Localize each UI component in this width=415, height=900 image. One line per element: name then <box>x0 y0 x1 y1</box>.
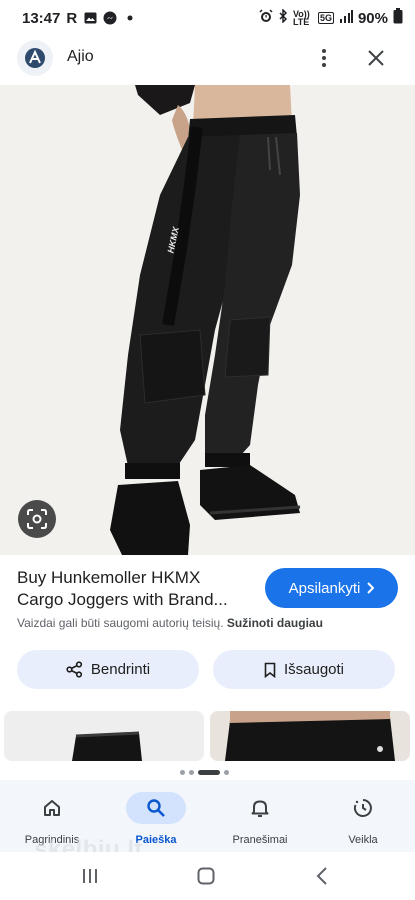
close-icon <box>368 50 384 66</box>
nav-pill <box>230 792 290 824</box>
more-options-button[interactable] <box>312 44 336 72</box>
search-icon <box>147 799 165 817</box>
share-label: Bendrinti <box>90 661 151 678</box>
network-5g-indicator: 5G <box>317 12 334 24</box>
chevron-right-icon <box>367 582 375 594</box>
related-image-1[interactable] <box>4 711 204 761</box>
copyright-text: Vaizdai gali būti saugomi autorių teisių… <box>17 616 224 630</box>
product-photo <box>0 85 415 555</box>
activity-icon <box>353 799 372 817</box>
visit-label: Apsilankyti <box>288 579 361 597</box>
ajio-logo-icon <box>17 40 53 76</box>
nav-item-activity[interactable]: Veikla <box>318 792 408 846</box>
learn-more-link[interactable]: Sužinoti daugiau <box>227 616 323 630</box>
close-button[interactable] <box>362 44 390 72</box>
carrier-indicator: R <box>66 9 78 27</box>
notification-dot-icon <box>123 11 137 25</box>
related-image-2[interactable] <box>210 711 410 761</box>
back-button[interactable] <box>306 864 338 888</box>
carousel-dot <box>189 770 194 775</box>
recent-apps-icon <box>83 869 97 883</box>
status-left: 13:47 R <box>22 10 137 27</box>
app-bar: Ajio <box>0 36 415 80</box>
home-icon <box>44 800 60 816</box>
nav-pill-active <box>126 792 186 824</box>
lens-icon <box>27 509 47 529</box>
product-title[interactable]: Buy Hunkemoller HKMX Cargo Joggers with … <box>17 567 257 611</box>
carousel-indicator <box>180 770 229 775</box>
back-chevron-icon <box>316 867 327 885</box>
home-square-icon <box>197 867 215 885</box>
home-system-button[interactable] <box>190 864 222 888</box>
more-vertical-icon <box>322 49 326 67</box>
status-bar: 13:47 R Vo)) LTE 5G 90% <box>0 0 415 36</box>
bookmark-icon <box>264 662 276 678</box>
related-photo-1 <box>4 711 204 761</box>
product-title-line2: Cargo Joggers with Brand... <box>17 590 228 609</box>
product-image[interactable]: HKMX <box>0 85 415 555</box>
nav-item-notifications[interactable]: Pranešimai <box>215 792 305 846</box>
save-button[interactable]: Išsaugoti <box>213 650 395 689</box>
copyright-notice: Vaizdai gali būti saugomi autorių teisių… <box>17 616 323 630</box>
nav-label-notifications: Pranešimai <box>232 834 288 846</box>
recent-apps-button[interactable] <box>74 864 106 888</box>
share-button[interactable]: Bendrinti <box>17 650 199 689</box>
bluetooth-icon <box>278 8 288 27</box>
carousel-dot-active <box>198 770 220 775</box>
nav-pill <box>333 792 393 824</box>
status-right: Vo)) LTE 5G 90% <box>259 8 403 28</box>
product-title-line1: Buy Hunkemoller HKMX <box>17 568 201 587</box>
status-time: 13:47 <box>22 9 61 27</box>
signal-icon <box>339 9 353 27</box>
share-icon <box>66 661 82 678</box>
app-title: Ajio <box>67 48 94 65</box>
visit-button[interactable]: Apsilankyti <box>265 568 398 608</box>
carousel-dot <box>224 770 229 775</box>
volte-indicator: Vo)) LTE <box>292 9 310 27</box>
battery-percent: 90% <box>357 9 388 27</box>
nav-label-activity: Veikla <box>348 834 378 846</box>
google-lens-button[interactable] <box>18 500 56 538</box>
messenger-icon <box>103 11 117 25</box>
bell-icon <box>251 800 269 817</box>
save-label: Išsaugoti <box>283 661 345 678</box>
related-photo-2 <box>210 711 410 761</box>
alarm-icon <box>259 9 273 27</box>
system-navigation-bar <box>0 852 415 900</box>
carousel-dot <box>180 770 185 775</box>
battery-icon <box>393 8 403 28</box>
nav-pill <box>22 792 82 824</box>
image-icon <box>83 11 97 25</box>
